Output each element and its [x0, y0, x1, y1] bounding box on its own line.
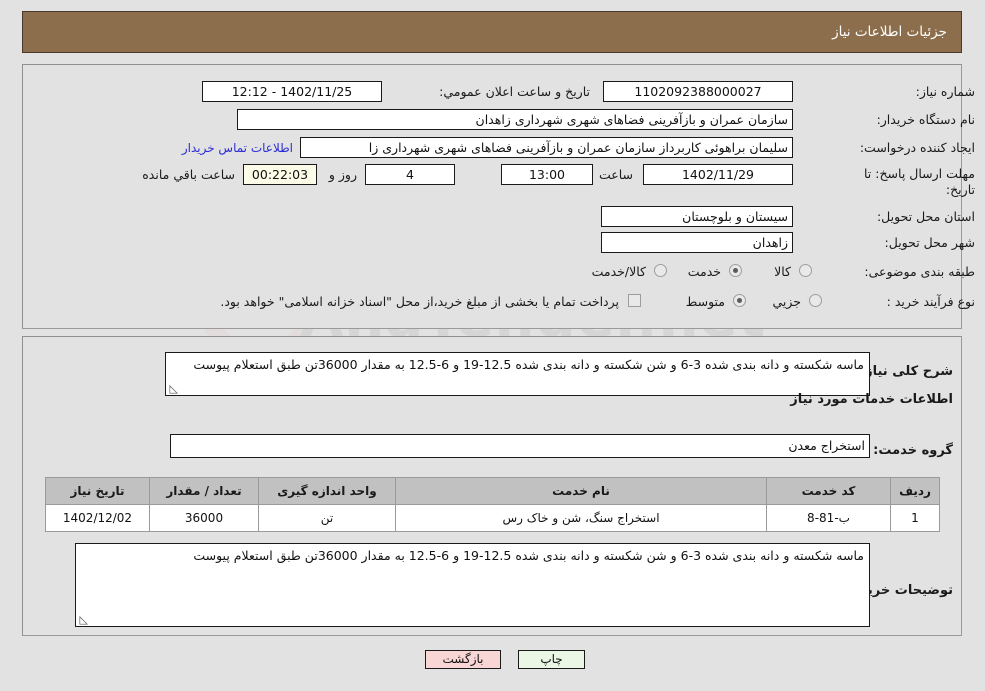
process-label: نوع فرآیند خرید :	[886, 294, 975, 309]
countdown-value: 00:22:03	[243, 164, 317, 185]
province-label: استان محل تحویل:	[876, 209, 975, 224]
page-root: W AnaTender.net جزئیات اطلاعات نیاز شمار…	[0, 0, 985, 691]
radio-category-goods-label: کالا	[774, 264, 791, 279]
table-header-row: ردیف کد خدمت نام خدمت واحد اندازه گیری ت…	[45, 477, 940, 505]
th-row-no: ردیف	[890, 477, 940, 505]
radio-category-service[interactable]	[729, 264, 742, 277]
th-service-code: کد خدمت	[766, 477, 891, 505]
need-summary-panel	[22, 64, 962, 329]
radio-category-goods-service-label: کالا/خدمت	[591, 264, 646, 279]
days-label: روز و	[328, 167, 357, 182]
radio-category-service-label: خدمت	[687, 264, 721, 279]
buyer-notes-text: ماسه شکسته و دانه بندی شده 3-6 و شن شکست…	[193, 548, 864, 563]
deadline-label-line2: تاریخ:	[945, 182, 975, 197]
th-quantity: تعداد / مقدار	[149, 477, 259, 505]
cell-unit: تن	[258, 504, 396, 532]
page-header-bar: جزئیات اطلاعات نیاز	[22, 11, 962, 53]
cell-need-date: 1402/12/02	[45, 504, 150, 532]
services-section-title: اطلاعات خدمات مورد نیاز	[790, 392, 953, 407]
th-service-name: نام خدمت	[395, 477, 767, 505]
th-need-date: تاریخ نیاز	[45, 477, 150, 505]
category-label: طبقه بندی موضوعی:	[864, 264, 975, 279]
services-table: ردیف کد خدمت نام خدمت واحد اندازه گیری ت…	[45, 477, 940, 532]
radio-category-goods[interactable]	[799, 264, 812, 277]
city-label: شهر محل تحویل:	[884, 235, 975, 250]
deadline-date-value[interactable]: 1402/11/29	[643, 164, 793, 185]
need-number-label: شماره نیاز:	[915, 84, 975, 99]
radio-process-medium-label: متوسط	[685, 294, 725, 309]
deadline-label-line1: مهلت ارسال پاسخ: تا	[864, 166, 975, 181]
overall-desc-textarea[interactable]: ماسه شکسته و دانه بندی شده 3-6 و شن شکست…	[165, 352, 870, 396]
cell-quantity: 36000	[149, 504, 259, 532]
overall-desc-label: شرح کلی نیاز:	[859, 364, 953, 379]
buyer-org-label: نام دستگاه خریدار:	[876, 112, 975, 127]
resize-grip-icon[interactable]: ◺	[168, 383, 178, 394]
hour-value[interactable]: 13:00	[501, 164, 593, 185]
countdown-label: ساعت باقي مانده	[142, 167, 235, 182]
cell-row-no: 1	[890, 504, 940, 532]
province-value[interactable]: سیستان و بلوچستان	[601, 206, 793, 227]
page-title: جزئیات اطلاعات نیاز	[832, 24, 947, 40]
cell-service-code: ب-81-8	[766, 504, 891, 532]
service-group-label: گروه خدمت:	[873, 443, 953, 458]
radio-category-goods-service[interactable]	[654, 264, 667, 277]
treasury-note-checkbox[interactable]	[628, 294, 641, 307]
buyer-org-value[interactable]: سازمان عمران و بازآفرینی فضاهای شهری شهر…	[237, 109, 793, 130]
days-value[interactable]: 4	[365, 164, 455, 185]
service-group-value[interactable]: استخراج معدن	[170, 434, 870, 458]
hour-label: ساعت	[598, 167, 633, 182]
th-unit: واحد اندازه گیری	[258, 477, 396, 505]
need-number-value[interactable]: 1102092388000027	[603, 81, 793, 102]
requester-value[interactable]: سلیمان براهوئی کاربرداز سازمان عمران و ب…	[300, 137, 793, 158]
cell-service-name: استخراج سنگ، شن و خاک رس	[395, 504, 767, 532]
table-row: 1 ب-81-8 استخراج سنگ، شن و خاک رس تن 360…	[45, 504, 940, 532]
buyer-contact-link[interactable]: اطلاعات تماس خریدار	[182, 141, 293, 155]
city-value[interactable]: زاهدان	[601, 232, 793, 253]
buyer-notes-textarea[interactable]: ماسه شکسته و دانه بندی شده 3-6 و شن شکست…	[75, 543, 870, 627]
back-button[interactable]: بازگشت	[425, 650, 501, 669]
announce-datetime-label: تاریخ و ساعت اعلان عمومي:	[439, 84, 590, 99]
radio-process-minor-label: جزیي	[772, 294, 801, 309]
print-button[interactable]: چاپ	[518, 650, 585, 669]
overall-desc-text: ماسه شکسته و دانه بندی شده 3-6 و شن شکست…	[193, 357, 864, 372]
resize-grip-icon-2[interactable]: ◺	[78, 614, 88, 625]
treasury-note-text: پرداخت تمام یا بخشی از مبلغ خرید،از محل …	[220, 294, 619, 309]
radio-process-minor[interactable]	[809, 294, 822, 307]
announce-datetime-value[interactable]: 1402/11/25 - 12:12	[202, 81, 382, 102]
radio-process-medium[interactable]	[733, 294, 746, 307]
requester-label: ایجاد کننده درخواست:	[859, 140, 975, 155]
